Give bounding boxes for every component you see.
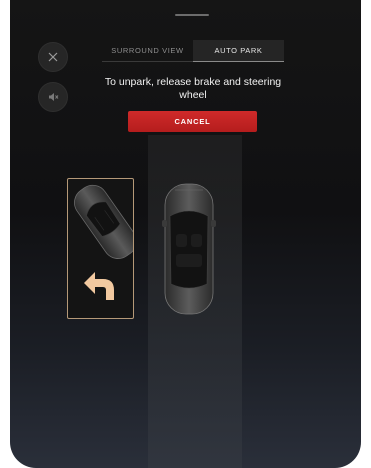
speaker-mute-icon — [49, 93, 59, 101]
view-tabs: SURROUND VIEW AUTO PARK — [102, 40, 284, 62]
vehicle-top-view — [161, 182, 217, 316]
cancel-button[interactable]: CANCEL — [128, 111, 257, 132]
unpark-left-option[interactable] — [67, 178, 134, 319]
drag-handle[interactable] — [175, 14, 209, 16]
car-top-view-icon — [162, 183, 216, 315]
close-icon — [48, 52, 58, 62]
tab-surround-view[interactable]: SURROUND VIEW — [102, 40, 193, 62]
angled-car-icon — [74, 184, 133, 300]
tab-auto-park[interactable]: AUTO PARK — [193, 40, 284, 62]
mute-button[interactable] — [38, 82, 68, 112]
curved-arrow-left-icon — [84, 272, 114, 300]
auto-park-panel: SURROUND VIEW AUTO PARK To unpark, relea… — [10, 0, 361, 468]
unpark-instruction: To unpark, release brake and steering wh… — [104, 76, 282, 101]
close-button[interactable] — [38, 42, 68, 72]
